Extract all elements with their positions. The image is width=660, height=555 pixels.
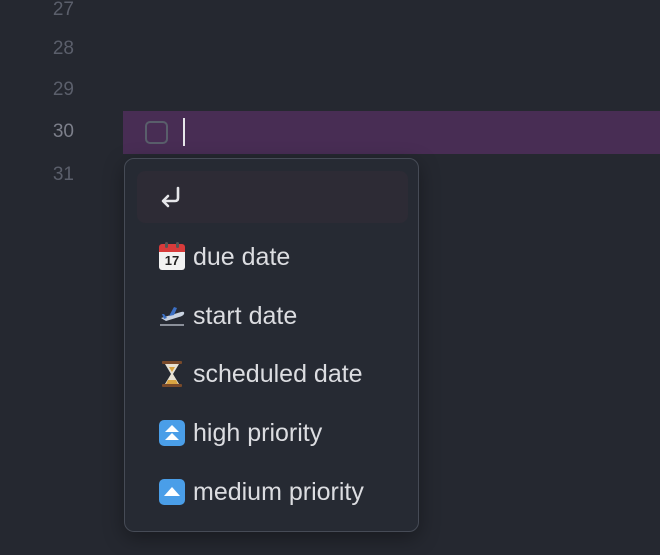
line-number: 31: [52, 164, 74, 185]
calendar-icon: 17: [158, 242, 186, 271]
suggestion-label: high priority: [193, 418, 323, 447]
up-arrow-icon: [158, 478, 186, 506]
suggestion-label: due date: [193, 242, 291, 271]
airplane-departure-icon: [158, 302, 186, 330]
suggestion-item-medium-priority[interactable]: medium priority: [137, 466, 408, 518]
enter-arrow-icon: [158, 183, 186, 211]
suggestion-label: scheduled date: [193, 359, 363, 388]
line-number-active: 30: [52, 121, 74, 142]
suggestion-label: start date: [193, 301, 298, 330]
line-number: 29: [52, 79, 74, 100]
suggestion-item-start-date[interactable]: start date: [137, 290, 408, 342]
hourglass-icon: [158, 360, 186, 388]
text-cursor: [183, 118, 185, 146]
autocomplete-popup: 17 due date start date scheduled date hi…: [124, 158, 419, 532]
line-number: 28: [52, 38, 74, 59]
line-number: 27: [52, 0, 74, 20]
task-checkbox[interactable]: [145, 121, 168, 144]
suggestion-item-high-priority[interactable]: high priority: [137, 407, 408, 459]
active-line-highlight[interactable]: [123, 111, 660, 154]
calendar-day-number: 17: [159, 252, 185, 270]
suggestion-item-due-date[interactable]: 17 due date: [137, 231, 408, 283]
double-up-arrow-icon: [158, 419, 186, 447]
suggestion-label: medium priority: [193, 477, 364, 506]
suggestion-item-newline[interactable]: [137, 171, 408, 223]
suggestion-item-scheduled-date[interactable]: scheduled date: [137, 348, 408, 400]
